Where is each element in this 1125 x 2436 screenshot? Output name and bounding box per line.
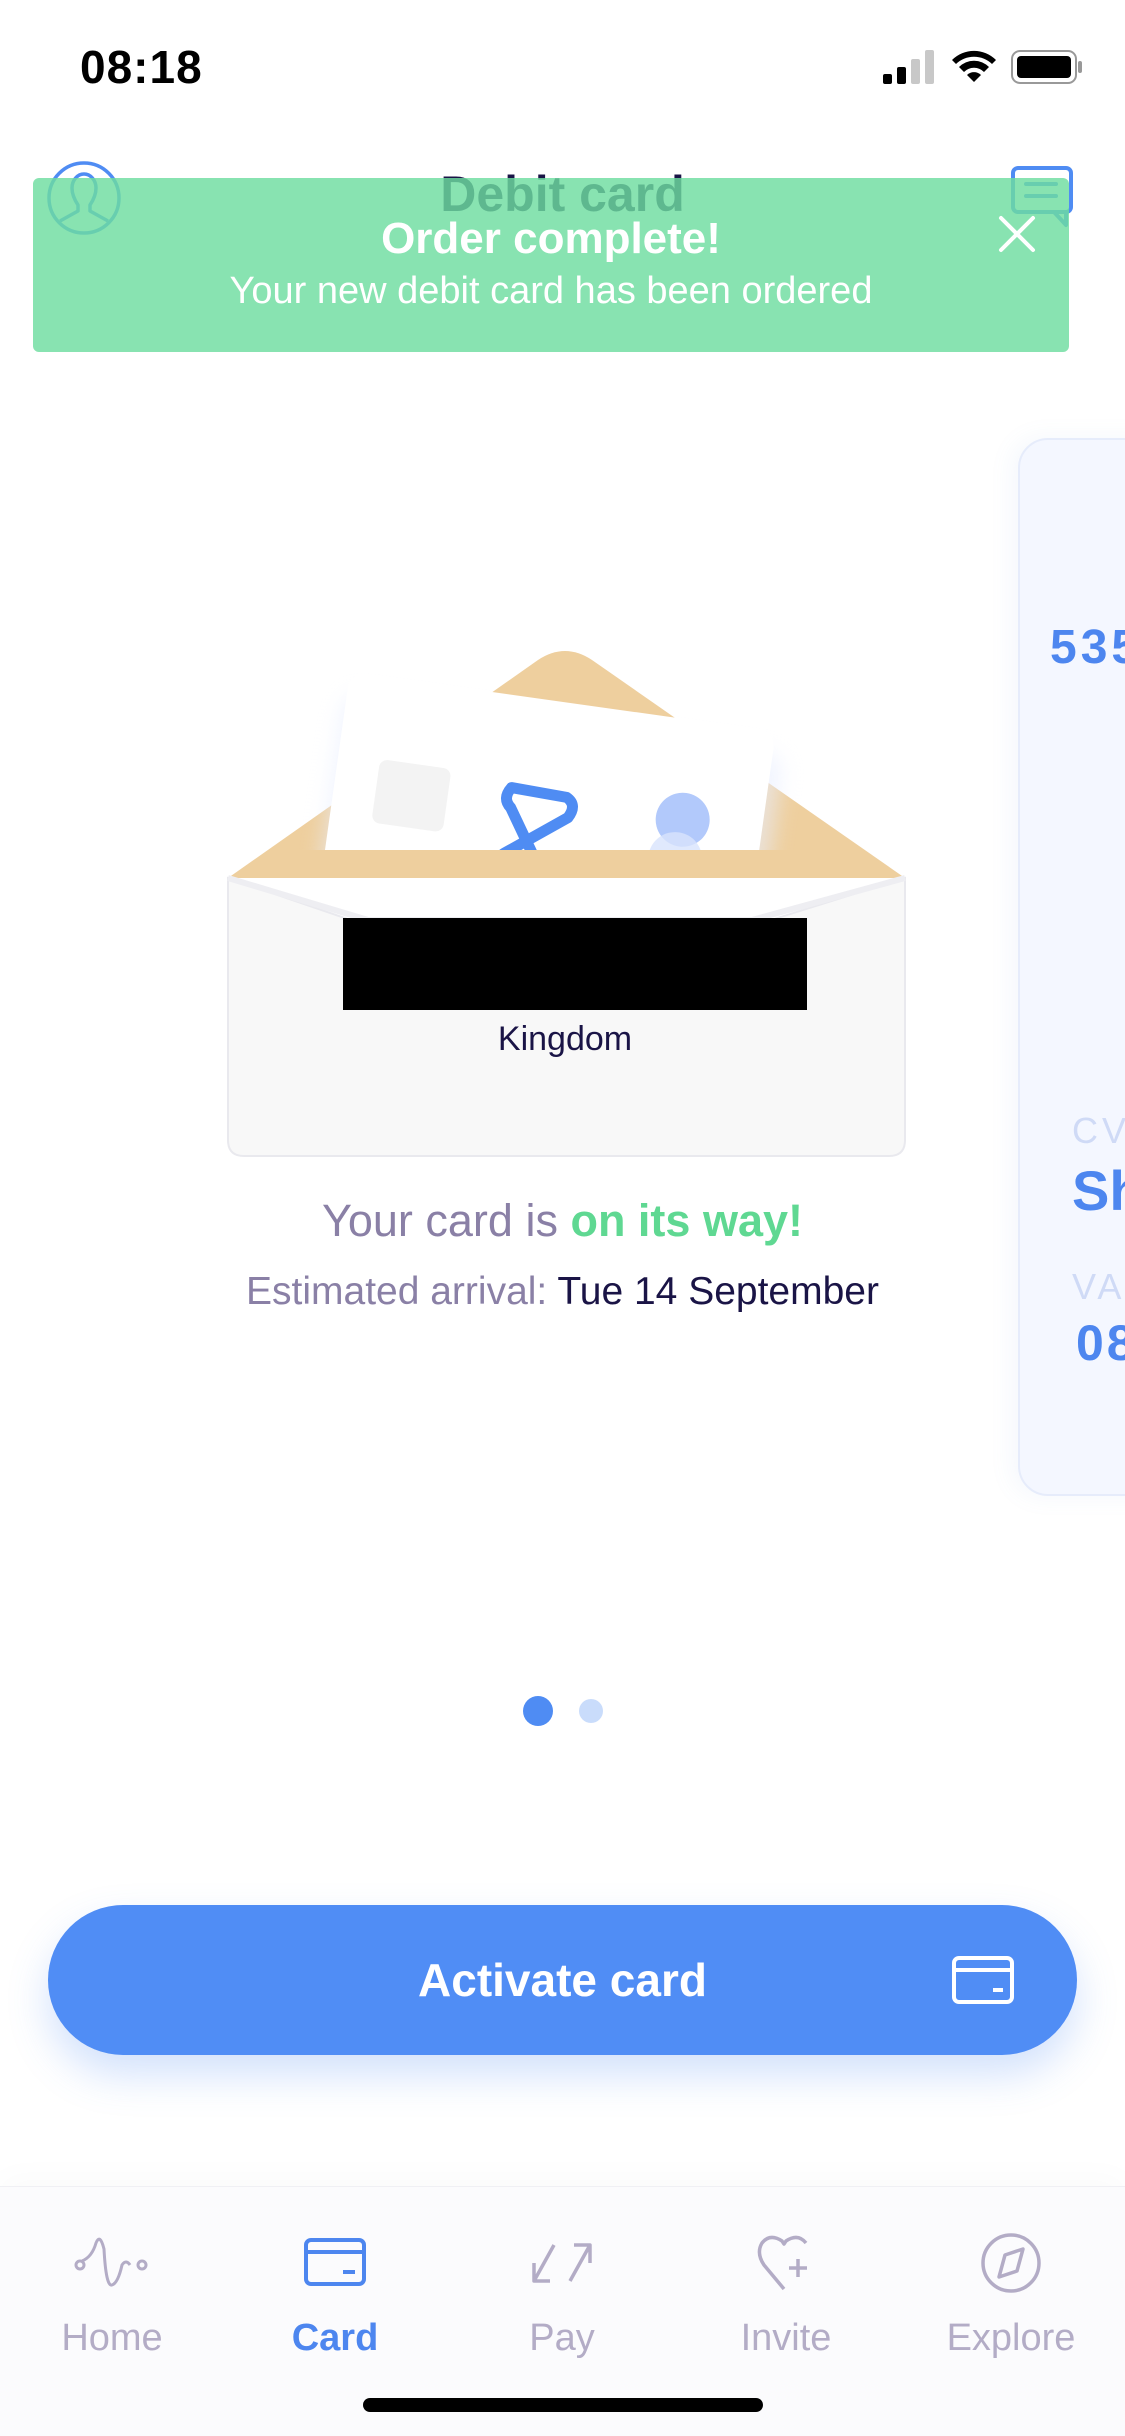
card-icon <box>951 1955 1015 2008</box>
address-country: Kingdom <box>497 1020 633 1058</box>
delivery-status: Your card is on its way! <box>0 1195 1125 1247</box>
tab-card[interactable]: Card <box>245 2207 425 2359</box>
status-icons <box>883 50 1083 84</box>
pager-dot-1[interactable] <box>522 1696 553 1726</box>
close-icon <box>999 216 1035 252</box>
delivery-highlight: on its way! <box>570 1195 803 1246</box>
card-details-carousel-item[interactable]: 535 CV Sh VA 08 <box>1018 438 1125 1496</box>
battery-icon <box>1011 50 1082 84</box>
pager-dot-2[interactable] <box>578 1699 603 1723</box>
envelope-graphic <box>227 651 906 1157</box>
tab-explore[interactable]: Explore <box>921 2207 1101 2359</box>
envelope-illustration: Kingdom <box>220 620 910 1160</box>
cvv-label: CV <box>1072 1110 1125 1151</box>
carousel-pager <box>0 1696 1125 1726</box>
redacted-address-block <box>343 918 807 1010</box>
transfer-arrows-icon <box>526 2227 598 2302</box>
delivery-prefix: Your card is <box>321 1195 571 1246</box>
tab-pay-label: Pay <box>529 2317 595 2359</box>
wifi-icon <box>952 50 996 82</box>
toast-message: Your new debit card has been ordered <box>229 270 873 312</box>
cellular-signal-icon <box>883 50 934 84</box>
toast-title: Order complete! <box>381 214 721 263</box>
estimated-arrival: Estimated arrival: Tue 14 September <box>0 1270 1125 1314</box>
order-complete-toast: Order complete! Your new debit card has … <box>33 178 1069 352</box>
status-time: 08:18 <box>80 41 203 93</box>
heart-plus-icon <box>754 2227 818 2302</box>
tab-invite-label: Invite <box>740 2317 832 2359</box>
tab-pay[interactable]: Pay <box>472 2207 652 2359</box>
card-chip <box>372 760 451 832</box>
valid-value: 08 <box>1076 1315 1125 1371</box>
arrival-label: Estimated arrival: <box>246 1270 558 1313</box>
tab-invite[interactable]: Invite <box>696 2207 876 2359</box>
valid-label: VA <box>1072 1266 1125 1307</box>
card-number-partial: 535 <box>1050 621 1125 674</box>
tab-explore-label: Explore <box>946 2317 1076 2359</box>
card-icon <box>303 2227 367 2302</box>
toast-close-button[interactable] <box>995 212 1039 256</box>
arrival-date: Tue 14 September <box>557 1270 879 1313</box>
status-bar: 08:18 <box>0 0 1125 132</box>
compass-icon <box>979 2227 1043 2302</box>
home-wave-icon <box>74 2227 150 2302</box>
activate-card-button[interactable]: Activate card <box>48 1905 1077 2055</box>
tab-home[interactable]: Home <box>22 2207 202 2359</box>
tab-card-label: Card <box>291 2317 379 2359</box>
activate-card-label: Activate card <box>418 1954 707 2006</box>
home-indicator[interactable] <box>363 2398 763 2412</box>
tab-home-label: Home <box>61 2317 163 2359</box>
cvv-show-button[interactable]: Sh <box>1072 1158 1125 1223</box>
